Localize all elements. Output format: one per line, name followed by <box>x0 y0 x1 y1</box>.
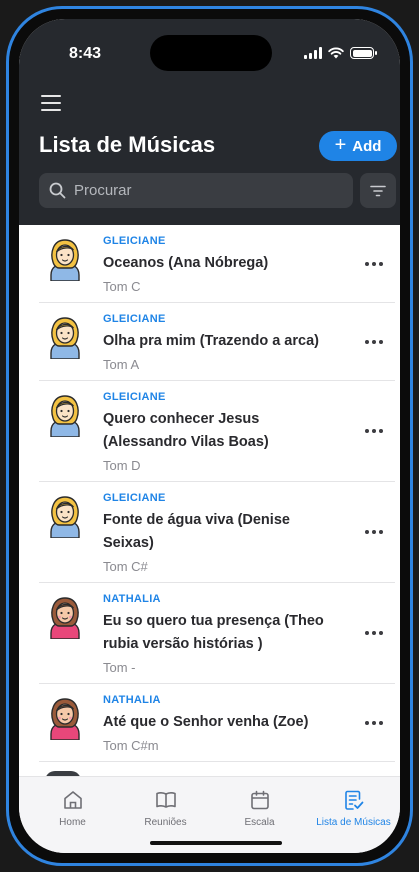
dynamic-island <box>150 35 272 71</box>
app-screen: 8:43 Lista de Músicas + Add Procurar GLE… <box>19 19 400 853</box>
song-singer: NATHALIA <box>103 694 161 706</box>
blonde-woman-avatar <box>45 313 85 360</box>
add-song-button[interactable]: + Add <box>319 131 397 161</box>
plus-icon: + <box>334 134 347 156</box>
song-singer: GLEICIANE <box>103 492 166 504</box>
song-singer: NATHALIA <box>103 593 161 605</box>
more-options-button[interactable] <box>361 526 387 538</box>
song-tone: Tom C <box>103 279 141 294</box>
brunette-woman-avatar <box>45 593 85 640</box>
more-options-button[interactable] <box>361 717 387 729</box>
more-options-button[interactable] <box>361 258 387 270</box>
song-singer: GLEICIANE <box>103 391 166 403</box>
tab-label: Reuniões <box>144 817 187 828</box>
filter-button[interactable] <box>360 173 396 208</box>
blonde-woman-avatar <box>45 391 85 438</box>
song-list-item[interactable]: GLEICIANE Olha pra mim (Trazendo a arca) T… <box>39 303 395 381</box>
song-tone: Tom C#m <box>103 738 159 753</box>
calendar-icon <box>250 790 269 810</box>
song-singer: GLEICIANE <box>103 313 166 325</box>
song-tone: Tom D <box>103 458 141 473</box>
status-time: 8:43 <box>69 45 102 62</box>
song-title: Até que o Senhor venha (Zoe) <box>103 714 309 730</box>
blonde-woman-avatar <box>45 235 85 282</box>
app-header: 8:43 Lista de Músicas + Add <box>19 19 400 225</box>
signal-icon <box>304 47 322 59</box>
status-icons <box>304 47 377 59</box>
song-singer: GLEICIANE <box>103 235 166 247</box>
song-list-item[interactable]: GLEICIANE Fonte de água viva (Denise Seix… <box>39 482 395 583</box>
home-icon <box>63 791 82 809</box>
blonde-woman-avatar <box>45 492 85 539</box>
song-list: GLEICIANE Oceanos (Ana Nóbrega) Tom C GLEIC… <box>19 225 400 773</box>
tab-reunioes[interactable]: Reuniões <box>118 789 213 828</box>
more-options-button[interactable] <box>361 425 387 437</box>
song-title: Fonte de água viva (Denise Seixas) <box>103 512 290 551</box>
brunette-woman-avatar <box>45 694 85 741</box>
song-list-item[interactable]: GLEICIANE Quero conhecer Jesus (Alessandr… <box>39 381 395 482</box>
song-list-item[interactable]: NATHALIA Eu so quero tua presença (Theo r… <box>39 583 395 684</box>
song-tone: Tom A <box>103 357 140 372</box>
tab-home[interactable]: Home <box>25 789 120 828</box>
battery-icon <box>350 47 377 59</box>
home-indicator <box>150 841 282 845</box>
search-input[interactable] <box>74 182 334 199</box>
search-bar[interactable] <box>39 173 353 208</box>
tab-label: Escala <box>244 817 275 828</box>
search-icon <box>49 182 66 199</box>
more-options-button[interactable] <box>361 627 387 639</box>
song-title: Olha pra mim (Trazendo a arca) <box>103 333 319 349</box>
book-icon <box>155 792 176 808</box>
song-tone: Tom C# <box>103 559 148 574</box>
list-check-icon <box>344 790 363 810</box>
more-options-button[interactable] <box>361 336 387 348</box>
tab-lista-de-musicas[interactable]: Lista de Músicas <box>306 789 400 828</box>
song-title: Quero conhecer Jesus (Alessandro Vilas B… <box>103 411 269 450</box>
wifi-icon <box>328 47 344 59</box>
tab-escala[interactable]: Escala <box>212 789 307 828</box>
song-tone: Tom - <box>103 660 136 675</box>
tab-label: Lista de Músicas <box>316 817 391 828</box>
tab-label: Home <box>59 817 86 828</box>
filter-icon <box>370 185 386 196</box>
song-list-item[interactable]: NATHALIA Até que o Senhor venha (Zoe) Tom … <box>39 684 395 762</box>
song-title: Eu so quero tua presença (Theo rubia ver… <box>103 613 324 652</box>
add-button-label: Add <box>352 137 382 155</box>
song-title: Oceanos (Ana Nóbrega) <box>103 255 269 271</box>
song-list-item[interactable]: GLEICIANE Oceanos (Ana Nóbrega) Tom C <box>39 225 395 303</box>
device-frame: 8:43 Lista de Músicas + Add Procurar GLE… <box>6 6 413 866</box>
menu-button[interactable] <box>41 95 61 111</box>
page-title: Lista de Músicas <box>39 132 216 157</box>
